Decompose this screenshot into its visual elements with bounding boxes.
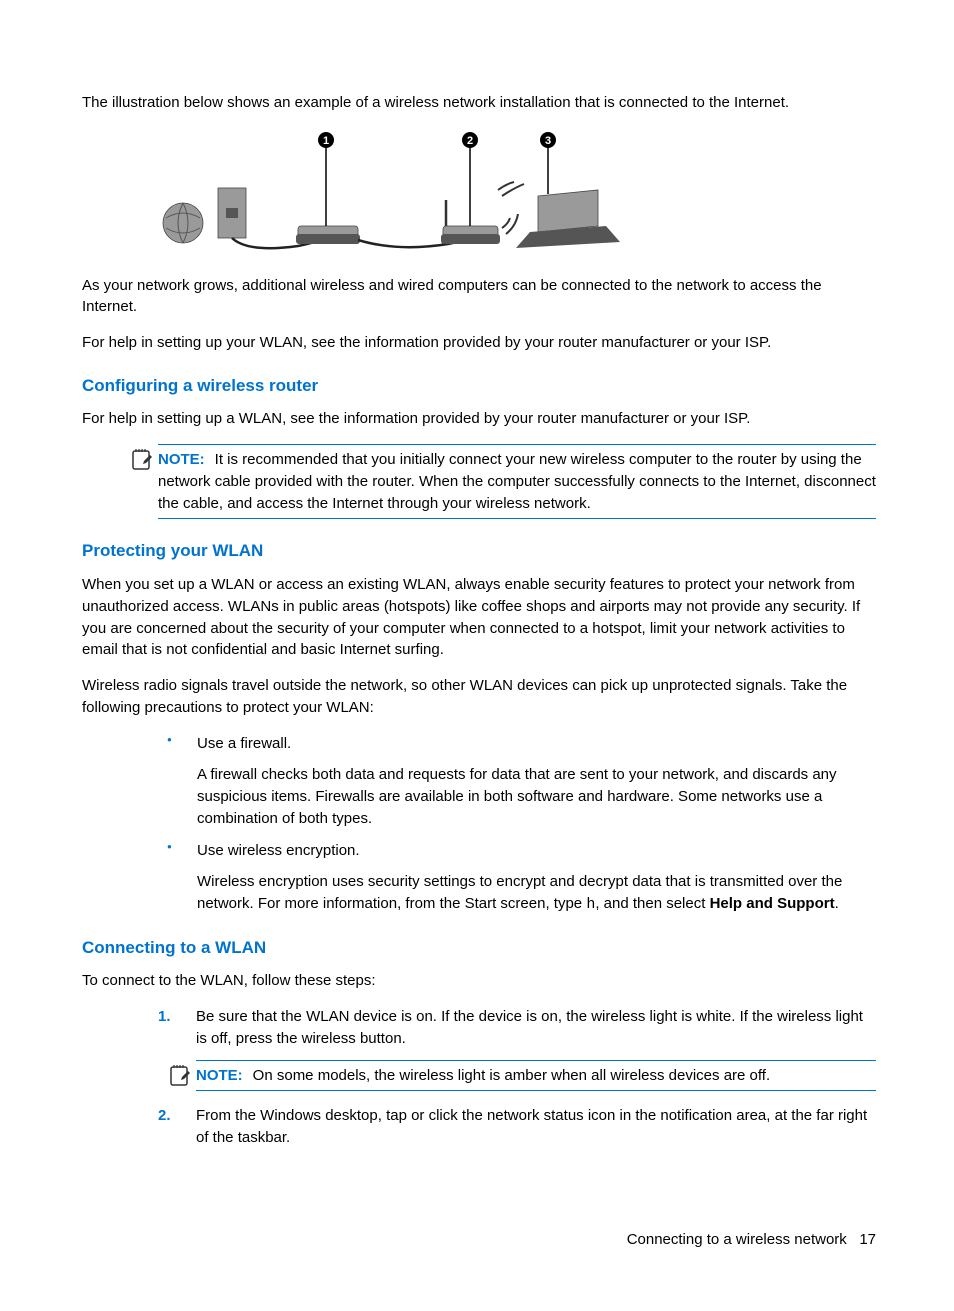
step-number: 2.: [158, 1105, 171, 1127]
intro-paragraph-1: The illustration below shows an example …: [82, 92, 876, 114]
footer-title: Connecting to a wireless network: [627, 1231, 847, 1248]
list-item: 1. Be sure that the WLAN device is on. I…: [158, 1006, 876, 1091]
note-box-config: NOTE:It is recommended that you initiall…: [158, 444, 876, 519]
config-paragraph-1: For help in setting up a WLAN, see the i…: [82, 408, 876, 430]
text-span: .: [835, 895, 839, 912]
heading-protecting-wlan: Protecting your WLAN: [82, 539, 876, 564]
intro-paragraph-3: For help in setting up your WLAN, see th…: [82, 332, 876, 354]
note-icon: [130, 447, 154, 471]
protect-paragraph-1: When you set up a WLAN or access an exis…: [82, 574, 876, 661]
step-text: From the Windows desktop, tap or click t…: [196, 1107, 867, 1146]
note-box-connect: NOTE: On some models, the wireless light …: [196, 1060, 876, 1092]
bullet-lead: Use wireless encryption.: [197, 840, 876, 862]
page-footer: Connecting to a wireless network 17: [82, 1229, 876, 1251]
bullet-detail: A firewall checks both data and requests…: [197, 764, 876, 829]
note-label: NOTE:: [196, 1067, 243, 1084]
intro-paragraph-2: As your network grows, additional wirele…: [82, 275, 876, 319]
protect-bullet-list: Use a firewall. A firewall checks both d…: [167, 733, 876, 916]
svg-text:2: 2: [467, 135, 473, 147]
bold-text: Help and Support: [710, 895, 835, 912]
note-text: It is recommended that you initially con…: [158, 451, 876, 512]
step-text: Be sure that the WLAN device is on. If t…: [196, 1008, 863, 1047]
bullet-lead: Use a firewall.: [197, 733, 876, 755]
connect-steps: 1. Be sure that the WLAN device is on. I…: [158, 1006, 876, 1149]
network-illustration: 1 2 3: [158, 128, 876, 265]
connect-paragraph-1: To connect to the WLAN, follow these ste…: [82, 970, 876, 992]
note-label: NOTE:: [158, 451, 205, 468]
protect-paragraph-2: Wireless radio signals travel outside th…: [82, 675, 876, 719]
svg-text:1: 1: [323, 135, 329, 147]
footer-page-number: 17: [859, 1231, 876, 1248]
text-span: , and then select: [595, 895, 709, 912]
list-item: Use wireless encryption. Wireless encryp…: [167, 840, 876, 916]
note-icon: [168, 1063, 192, 1087]
step-number: 1.: [158, 1006, 171, 1028]
document-page: The illustration below shows an example …: [0, 0, 954, 1311]
bullet-detail: Wireless encryption uses security settin…: [197, 871, 876, 916]
svg-text:3: 3: [545, 135, 551, 147]
list-item: Use a firewall. A firewall checks both d…: [167, 733, 876, 830]
list-item: 2. From the Windows desktop, tap or clic…: [158, 1105, 876, 1149]
note-text: On some models, the wireless light is am…: [253, 1067, 770, 1084]
code-text: h: [586, 896, 595, 913]
heading-connecting-wlan: Connecting to a WLAN: [82, 936, 876, 961]
heading-configuring-router: Configuring a wireless router: [82, 374, 876, 399]
